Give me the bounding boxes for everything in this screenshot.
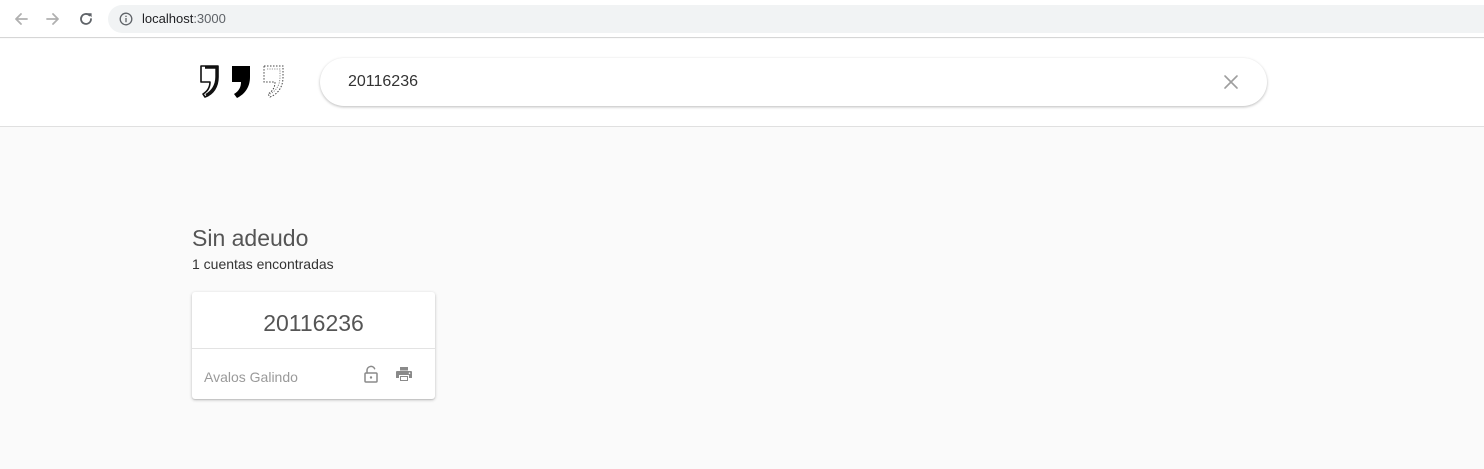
arrow-right-icon — [46, 13, 59, 25]
quote-dotted-icon — [263, 65, 284, 98]
reload-button[interactable] — [75, 8, 97, 30]
reload-icon — [80, 13, 92, 25]
arrow-left-icon — [15, 13, 28, 25]
account-holder-name: Avalos Galindo — [204, 369, 298, 385]
url-host: localhost — [142, 11, 194, 26]
account-card[interactable]: 20116236 Avalos Galindo — [192, 292, 435, 399]
quote-filled-icon — [232, 66, 250, 98]
search-box — [320, 58, 1267, 106]
unlock-button[interactable] — [361, 364, 381, 384]
address-url[interactable]: localhost:3000 — [142, 11, 226, 27]
url-port: :3000 — [193, 11, 226, 26]
account-number: 20116236 — [263, 310, 364, 336]
print-icon — [396, 367, 412, 381]
print-button[interactable] — [394, 364, 414, 384]
info-icon[interactable] — [119, 12, 133, 26]
card-divider — [192, 348, 435, 349]
browser-toolbar: localhost:3000 — [0, 0, 1484, 38]
app-logo[interactable] — [197, 63, 289, 99]
clear-search-button[interactable] — [1221, 72, 1241, 92]
search-input[interactable] — [348, 70, 1208, 94]
forward-button[interactable] — [42, 8, 64, 30]
quote-outline-icon — [200, 65, 219, 98]
results-title: Sin adeudo — [192, 225, 309, 251]
back-button[interactable] — [10, 8, 32, 30]
results-count: 1 cuentas encontradas — [192, 256, 334, 272]
close-icon — [1224, 75, 1238, 89]
address-bar[interactable]: localhost:3000 — [108, 5, 1484, 33]
app-header — [0, 39, 1484, 127]
unlock-icon — [364, 365, 378, 383]
